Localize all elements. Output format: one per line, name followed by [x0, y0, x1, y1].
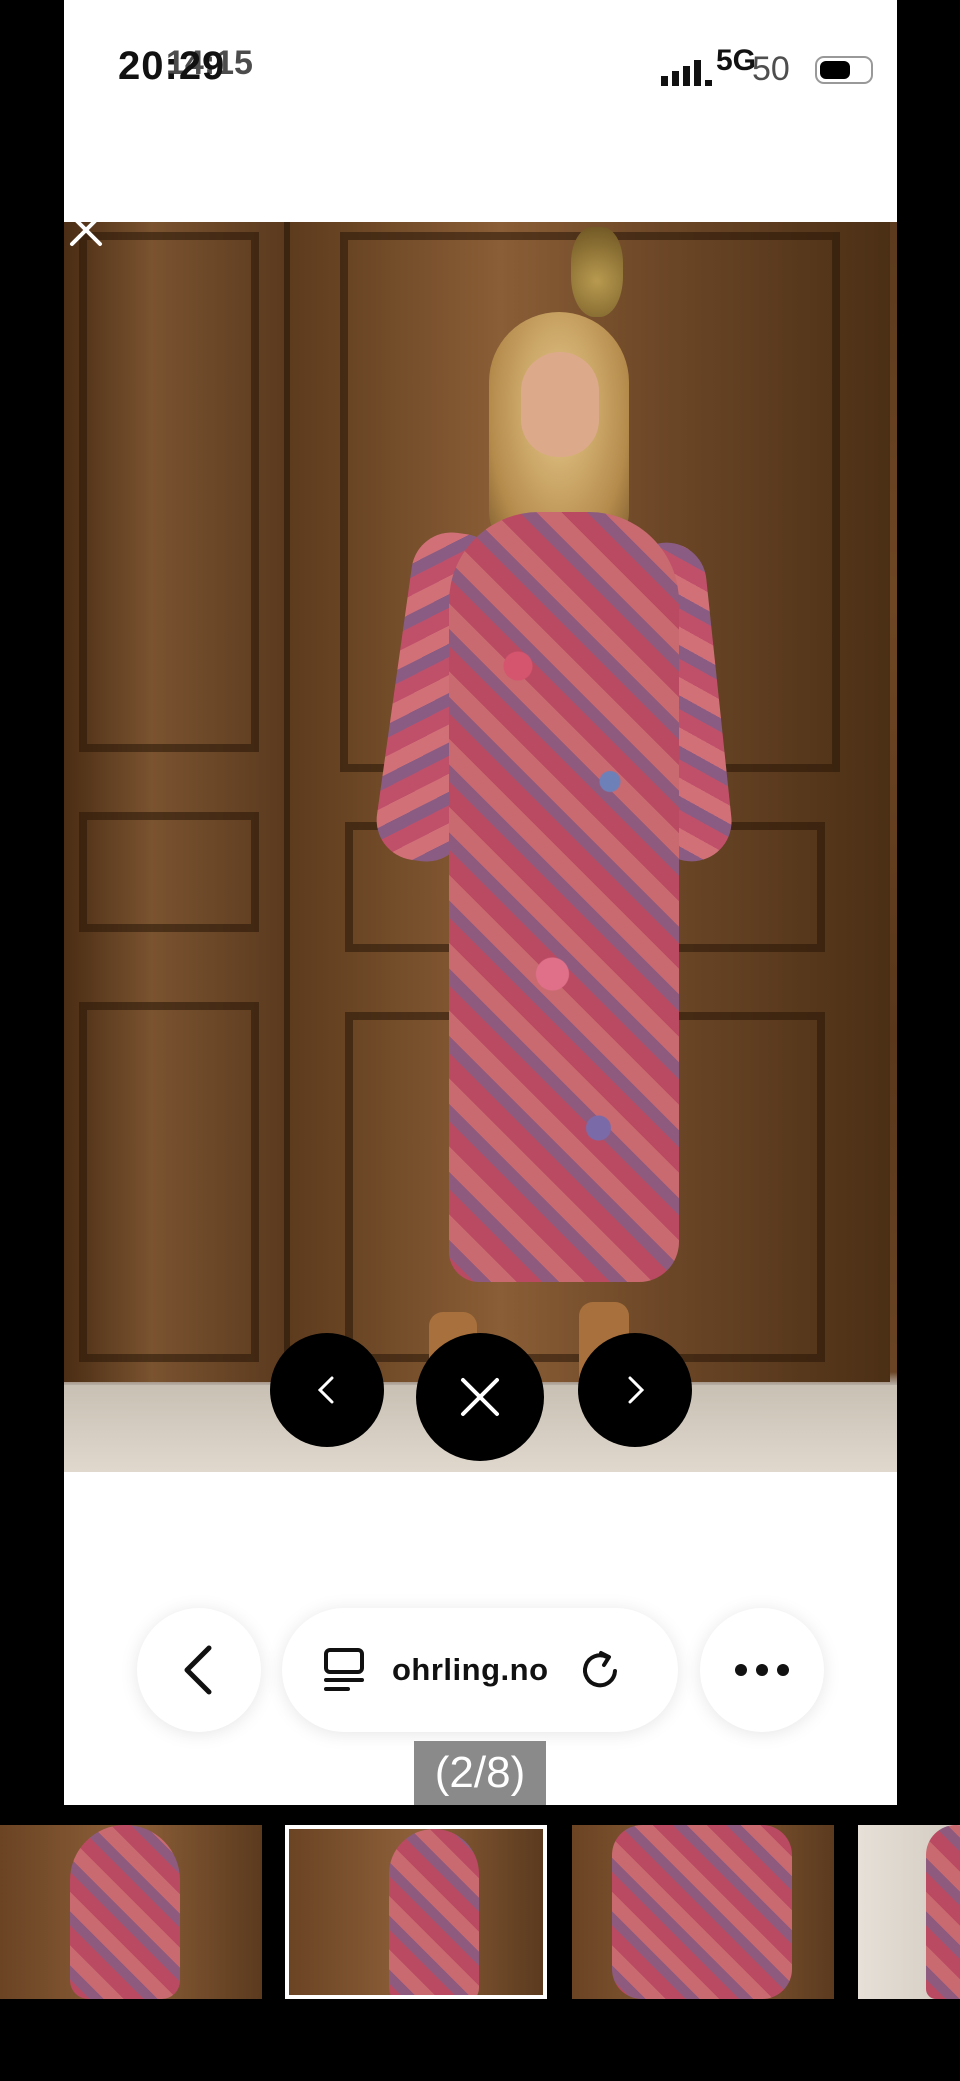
- thumbnail-1[interactable]: [0, 1825, 262, 1999]
- chevron-left-icon: [317, 1376, 334, 1404]
- status-bar: 20:29 14:15 5G 50: [64, 0, 897, 140]
- tabs-icon[interactable]: [322, 1646, 366, 1694]
- network-type: 5G: [716, 44, 757, 77]
- battery-icon: [815, 56, 873, 84]
- reload-icon[interactable]: [577, 1647, 623, 1693]
- model-figure: [371, 312, 736, 1432]
- gallery-counter: (2/8): [414, 1741, 546, 1805]
- thumbnail-figure: [612, 1825, 792, 1999]
- back-button[interactable]: [137, 1608, 261, 1732]
- thumbnail-2[interactable]: [285, 1825, 547, 1999]
- battery-level: [820, 61, 850, 79]
- door-left: [64, 222, 290, 1382]
- thumbnail-4[interactable]: [858, 1825, 960, 1999]
- thumbnail-strip: [0, 1825, 960, 1999]
- address-bar[interactable]: ohrling.no: [282, 1608, 678, 1732]
- status-time-overlay: 14:15: [166, 44, 253, 82]
- close-viewer-button[interactable]: [416, 1333, 544, 1461]
- door-panel: [79, 232, 259, 752]
- thumbnail-3[interactable]: [572, 1825, 834, 1999]
- url-text: ohrling.no: [392, 1652, 549, 1687]
- thumbnail-figure: [389, 1829, 479, 1995]
- thumbnail-figure: [70, 1825, 180, 1999]
- door-panel: [79, 1002, 259, 1362]
- close-icon[interactable]: [66, 210, 106, 250]
- door-panel: [79, 812, 259, 932]
- product-photo[interactable]: [64, 222, 897, 1472]
- chevron-left-icon: [184, 1645, 212, 1695]
- chevron-right-icon: [628, 1376, 645, 1404]
- paisley-dress: [449, 512, 679, 1282]
- thumbnail-figure: [926, 1825, 960, 1999]
- more-icon: [735, 1664, 789, 1676]
- close-icon: [461, 1378, 499, 1416]
- model-face: [521, 352, 599, 457]
- more-options-button[interactable]: [700, 1608, 824, 1732]
- network-type-overlay: 50: [752, 50, 790, 88]
- previous-image-button[interactable]: [270, 1333, 384, 1447]
- next-image-button[interactable]: [578, 1333, 692, 1447]
- door-knocker: [571, 227, 623, 317]
- browser-toolbar: ohrling.no: [64, 1600, 897, 1732]
- phone-screen: 20:29 14:15 5G 50 ohrling.no (2/8): [64, 0, 897, 1805]
